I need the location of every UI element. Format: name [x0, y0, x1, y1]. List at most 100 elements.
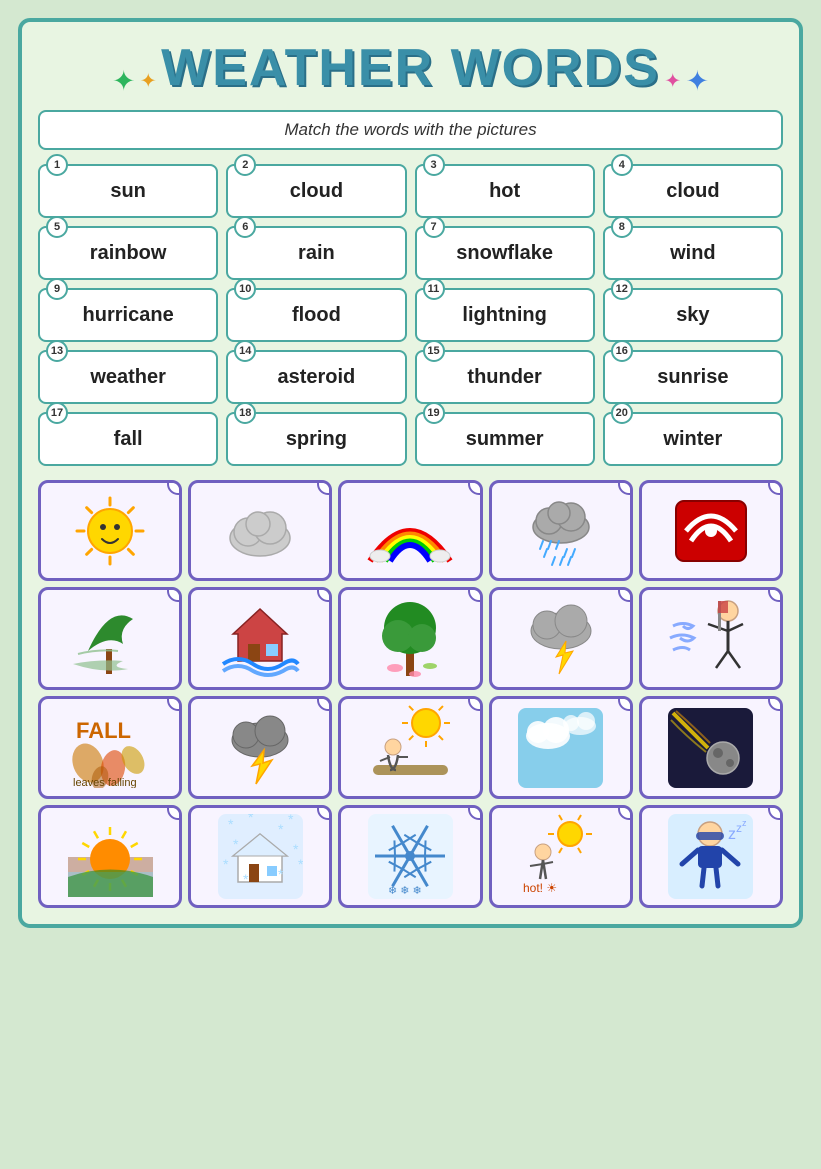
- picture-inner-10: [642, 590, 780, 687]
- word-card-16: 16sunrise: [603, 350, 783, 404]
- word-number-8: 8: [611, 216, 633, 238]
- picture-card-4: [489, 480, 633, 581]
- word-card-10: 10flood: [226, 288, 406, 342]
- word-card-3: 3hot: [415, 164, 595, 218]
- word-card-20: 20winter: [603, 412, 783, 466]
- picture-inner-9: [492, 590, 630, 687]
- svg-text:*: *: [243, 871, 249, 887]
- picture-card-10: [639, 587, 783, 690]
- picture-card-14: [489, 696, 633, 799]
- word-label-11: lightning: [425, 304, 585, 327]
- word-label-18: spring: [236, 428, 396, 451]
- word-number-3: 3: [423, 154, 445, 176]
- word-number-9: 9: [46, 278, 68, 300]
- svg-text:*: *: [288, 814, 294, 827]
- word-card-17: 17fall: [38, 412, 218, 466]
- main-frame: ✦ ✦ WEATHER WORDS ✦ ✦ Match the words wi…: [18, 18, 803, 928]
- word-label-8: wind: [613, 242, 773, 265]
- picture-card-9: [489, 587, 633, 690]
- picture-card-7: [188, 587, 332, 690]
- picture-card-16: [38, 805, 182, 908]
- word-number-12: 12: [611, 278, 633, 300]
- star-right-pink: ✦: [664, 70, 681, 92]
- picture-inner-2: [191, 483, 329, 578]
- picture-inner-1: [41, 483, 179, 578]
- word-card-19: 19summer: [415, 412, 595, 466]
- words-grid: 1sun2cloud3hot4cloud5rainbow6rain7snowfl…: [38, 164, 783, 466]
- word-number-7: 7: [423, 216, 445, 238]
- word-card-5: 5rainbow: [38, 226, 218, 280]
- picture-card-5: [639, 480, 783, 581]
- word-card-12: 12sky: [603, 288, 783, 342]
- picture-card-12: [188, 696, 332, 799]
- word-number-10: 10: [234, 278, 256, 300]
- picture-card-2: [188, 480, 332, 581]
- word-number-4: 4: [611, 154, 633, 176]
- picture-inner-3: [341, 483, 479, 578]
- picture-card-17: **********: [188, 805, 332, 908]
- picture-card-15: [639, 696, 783, 799]
- picture-inner-20: z z z: [642, 808, 780, 905]
- picture-inner-19: hot! ☀: [492, 808, 630, 905]
- svg-text:*: *: [248, 814, 254, 825]
- svg-text:hot! ☀: hot! ☀: [523, 881, 557, 895]
- svg-text:z: z: [728, 826, 736, 843]
- word-label-2: cloud: [236, 180, 396, 203]
- svg-text:*: *: [298, 856, 303, 872]
- word-label-1: sun: [48, 180, 208, 203]
- word-label-13: weather: [48, 366, 208, 389]
- word-label-17: fall: [48, 428, 208, 451]
- word-label-15: thunder: [425, 366, 585, 389]
- svg-text:FALL: FALL: [76, 718, 131, 743]
- word-card-6: 6rain: [226, 226, 406, 280]
- svg-text:*: *: [223, 856, 229, 872]
- picture-card-6: [38, 587, 182, 690]
- word-number-11: 11: [423, 278, 445, 300]
- star-left-green: ✦: [112, 65, 135, 96]
- word-card-4: 4cloud: [603, 164, 783, 218]
- picture-card-20: z z z: [639, 805, 783, 908]
- word-card-14: 14asteroid: [226, 350, 406, 404]
- word-label-4: cloud: [613, 180, 773, 203]
- word-card-11: 11lightning: [415, 288, 595, 342]
- word-number-2: 2: [234, 154, 256, 176]
- word-card-8: 8wind: [603, 226, 783, 280]
- picture-card-13: [338, 696, 482, 799]
- picture-inner-8: [341, 590, 479, 687]
- picture-card-8: [338, 587, 482, 690]
- word-label-16: sunrise: [613, 366, 773, 389]
- svg-text:*: *: [233, 836, 239, 852]
- picture-card-11: FALL leaves falling: [38, 696, 182, 799]
- word-label-7: snowflake: [425, 242, 585, 265]
- title-area: ✦ ✦ WEATHER WORDS ✦ ✦: [38, 38, 783, 98]
- picture-inner-17: **********: [191, 808, 329, 905]
- word-card-9: 9hurricane: [38, 288, 218, 342]
- word-label-14: asteroid: [236, 366, 396, 389]
- picture-card-1: [38, 480, 182, 581]
- svg-text:*: *: [278, 866, 284, 882]
- svg-text:*: *: [278, 821, 284, 837]
- picture-inner-7: [191, 590, 329, 687]
- word-number-6: 6: [234, 216, 256, 238]
- word-number-5: 5: [46, 216, 68, 238]
- word-label-10: flood: [236, 304, 396, 327]
- picture-inner-13: [341, 699, 479, 796]
- word-card-7: 7snowflake: [415, 226, 595, 280]
- picture-card-3: [338, 480, 482, 581]
- word-number-15: 15: [423, 340, 445, 362]
- svg-text:z: z: [742, 818, 747, 828]
- word-card-2: 2cloud: [226, 164, 406, 218]
- instructions-box: Match the words with the pictures: [38, 110, 783, 150]
- svg-text:❄ ❄ ❄: ❄ ❄ ❄: [388, 885, 422, 897]
- svg-text:leaves falling: leaves falling: [73, 777, 137, 788]
- word-number-14: 14: [234, 340, 256, 362]
- instructions-text: Match the words with the pictures: [284, 120, 536, 139]
- picture-inner-18: ❄ ❄ ❄: [341, 808, 479, 905]
- picture-inner-6: [41, 590, 179, 687]
- svg-text:*: *: [293, 841, 299, 857]
- word-label-5: rainbow: [48, 242, 208, 265]
- pictures-section: FALL leaves falling: [38, 480, 783, 908]
- page-title: WEATHER WORDS: [161, 38, 660, 98]
- picture-inner-16: [41, 808, 179, 905]
- picture-inner-11: FALL leaves falling: [41, 699, 179, 796]
